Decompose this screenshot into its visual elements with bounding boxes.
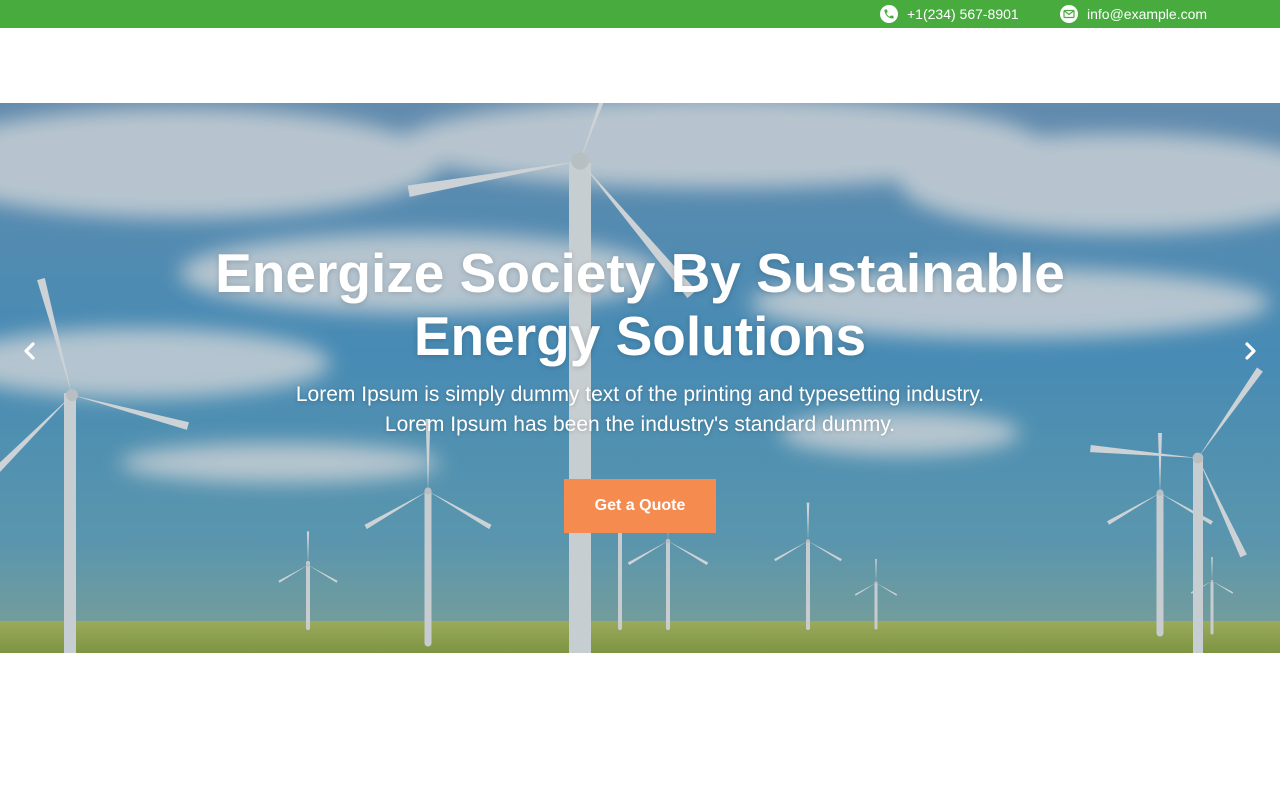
slider-prev-button[interactable] <box>16 339 44 363</box>
phone-icon <box>880 5 898 23</box>
chevron-left-icon <box>24 342 35 360</box>
hero-content: Energize Society By Sustainable Energy S… <box>0 103 1280 653</box>
chevron-right-icon <box>1245 342 1256 360</box>
top-contact-bar: +1(234) 567-8901 info@example.com <box>0 0 1280 28</box>
email-link[interactable]: info@example.com <box>1060 0 1207 28</box>
slider-next-button[interactable] <box>1236 339 1264 363</box>
hero-subtitle-line-2: Lorem Ipsum has been the industry's stan… <box>384 413 896 436</box>
email-address: info@example.com <box>1087 6 1208 22</box>
navbar <box>0 28 1280 103</box>
phone-link[interactable]: +1(234) 567-8901 <box>880 0 1019 28</box>
phone-number: +1(234) 567-8901 <box>907 6 1019 22</box>
mail-icon <box>1060 5 1078 23</box>
content-section <box>0 653 1280 800</box>
hero-subtitle: Lorem Ipsum is simply dummy text of the … <box>190 380 1090 440</box>
get-a-quote-button[interactable]: Get a Quote <box>564 479 716 533</box>
hero-slider: Energize Society By Sustainable Energy S… <box>0 103 1280 653</box>
hero-subtitle-line-1: Lorem Ipsum is simply dummy text of the … <box>295 383 985 406</box>
hero-title: Energize Society By Sustainable Energy S… <box>215 242 1065 367</box>
